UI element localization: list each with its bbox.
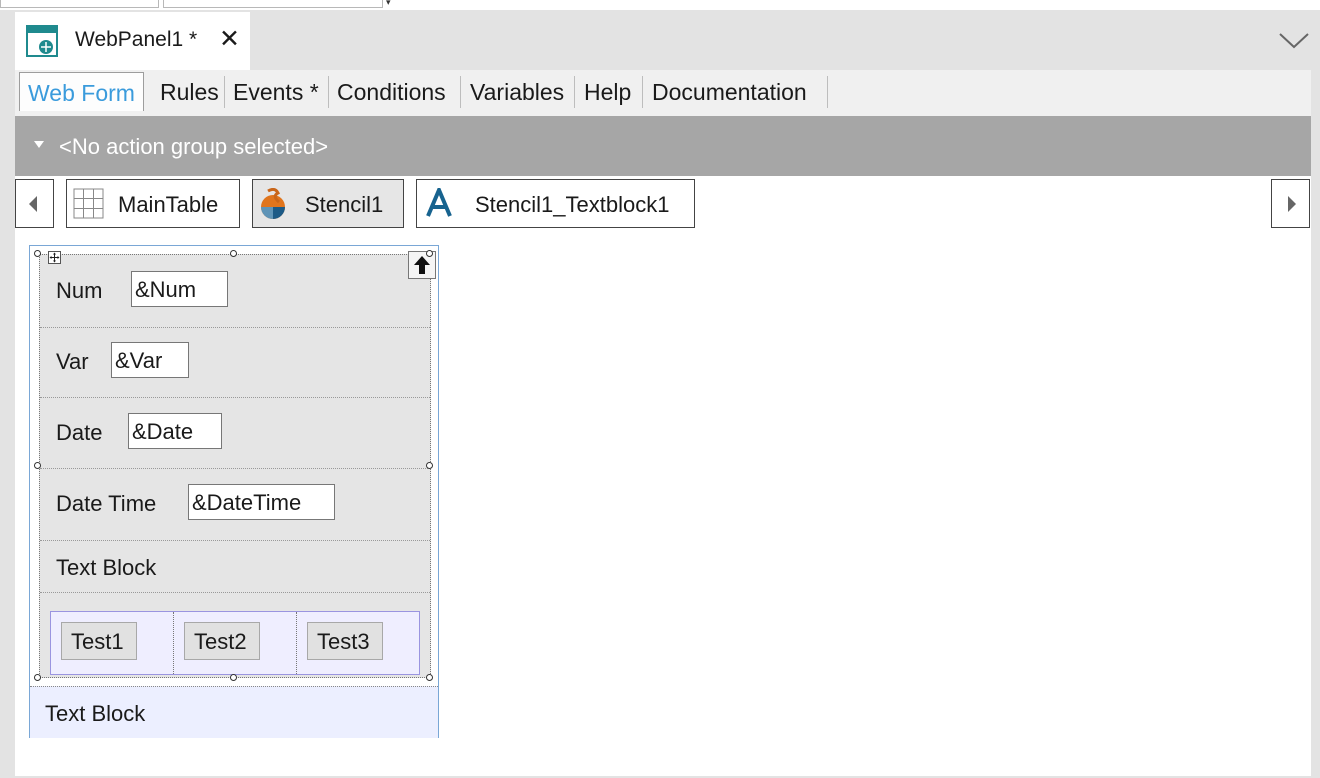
- table-grid-icon: [73, 188, 104, 219]
- resize-handle[interactable]: [426, 250, 433, 257]
- triangle-down-icon[interactable]: [34, 141, 44, 148]
- stencil-text-block[interactable]: Text Block: [30, 686, 438, 738]
- tab-separator: [328, 76, 329, 108]
- tab-help[interactable]: Help: [584, 72, 631, 110]
- resize-handle[interactable]: [230, 250, 237, 257]
- breadcrumb-label: MainTable: [118, 192, 219, 217]
- breadcrumb-stencil1-textblock1[interactable]: Stencil1_Textblock1: [416, 179, 695, 228]
- webpanel-icon: [26, 25, 58, 57]
- breadcrumb-label: Stencil1: [305, 192, 384, 217]
- resize-handle[interactable]: [34, 462, 41, 469]
- arrow-left-icon: [29, 196, 37, 212]
- action-group-label: <No action group selected>: [59, 134, 329, 159]
- editor-tab-bar: Web Form Rules Events * Conditions Varia…: [15, 70, 1311, 116]
- move-handle-icon[interactable]: [48, 251, 61, 264]
- breadcrumb-label: Stencil1_Textblock1: [475, 192, 670, 217]
- field-label: Var: [56, 349, 89, 374]
- stencil-inner-table[interactable]: Num &Num Var &Var Date &Date Date Time &…: [39, 254, 431, 678]
- breadcrumb-stencil1[interactable]: Stencil1: [252, 179, 404, 228]
- breadcrumb-maintable[interactable]: MainTable: [66, 179, 240, 228]
- form-row-textblock: Text Block: [40, 541, 430, 593]
- tab-events[interactable]: Events *: [233, 72, 319, 110]
- document-title: WebPanel1 *: [75, 28, 198, 51]
- cell-separator: [173, 612, 174, 674]
- test3-button[interactable]: Test3: [307, 622, 383, 660]
- test1-button[interactable]: Test1: [61, 622, 137, 660]
- document-tab-webpanel1[interactable]: WebPanel1 * ✕: [15, 12, 250, 71]
- form-row-date: Date &Date: [40, 398, 430, 469]
- tab-separator: [224, 76, 225, 108]
- breadcrumb-next-button[interactable]: [1271, 179, 1310, 228]
- button-table[interactable]: Test1 Test2 Test3: [50, 611, 420, 675]
- resize-handle[interactable]: [230, 674, 237, 681]
- num-field[interactable]: &Num: [131, 271, 228, 307]
- top-toolbar-strip: ▾: [0, 0, 1320, 10]
- cell-separator: [296, 612, 297, 674]
- chevron-down-icon[interactable]: [1278, 30, 1310, 50]
- tab-conditions[interactable]: Conditions: [337, 72, 446, 110]
- breadcrumb-prev-button[interactable]: [15, 179, 54, 228]
- resize-handle[interactable]: [426, 462, 433, 469]
- web-form-canvas[interactable]: MainTable Stencil1 Stencil1_Textblock1 N…: [15, 176, 1311, 776]
- tab-variables[interactable]: Variables: [470, 72, 564, 110]
- datetime-field[interactable]: &DateTime: [188, 484, 335, 520]
- field-label: Date: [56, 420, 103, 445]
- form-row-num: Num &Num: [40, 255, 430, 328]
- resize-handle[interactable]: [426, 674, 433, 681]
- field-label: Date Time: [56, 491, 157, 516]
- dropdown-arrow-icon[interactable]: ▾: [386, 0, 391, 8]
- test2-button[interactable]: Test2: [184, 622, 260, 660]
- tab-separator: [574, 76, 575, 108]
- action-group-bar[interactable]: <No action group selected>: [15, 116, 1311, 176]
- tab-rules[interactable]: Rules: [160, 72, 219, 110]
- resize-handle[interactable]: [34, 674, 41, 681]
- resize-handle[interactable]: [34, 250, 41, 257]
- form-row-datetime: Date Time &DateTime: [40, 469, 430, 541]
- toolbar-field-left[interactable]: [0, 0, 159, 8]
- tab-separator: [827, 76, 828, 108]
- tab-web-form[interactable]: Web Form: [19, 72, 144, 111]
- text-a-icon: [426, 188, 452, 217]
- text-block[interactable]: Text Block: [56, 555, 156, 581]
- arrow-right-icon: [1288, 196, 1296, 212]
- close-tab-icon[interactable]: ✕: [219, 27, 240, 52]
- var-field[interactable]: &Var: [111, 342, 189, 378]
- tab-documentation[interactable]: Documentation: [652, 72, 807, 110]
- date-field[interactable]: &Date: [128, 413, 222, 449]
- form-row-var: Var &Var: [40, 327, 430, 398]
- toolbar-field-right[interactable]: [163, 0, 383, 8]
- tab-separator: [460, 76, 461, 108]
- stencil-container[interactable]: Num &Num Var &Var Date &Date Date Time &…: [29, 245, 439, 738]
- tab-separator: [642, 76, 643, 108]
- field-label: Num: [56, 278, 103, 303]
- stencil-icon: [261, 188, 285, 219]
- text-block-label: Text Block: [45, 701, 146, 726]
